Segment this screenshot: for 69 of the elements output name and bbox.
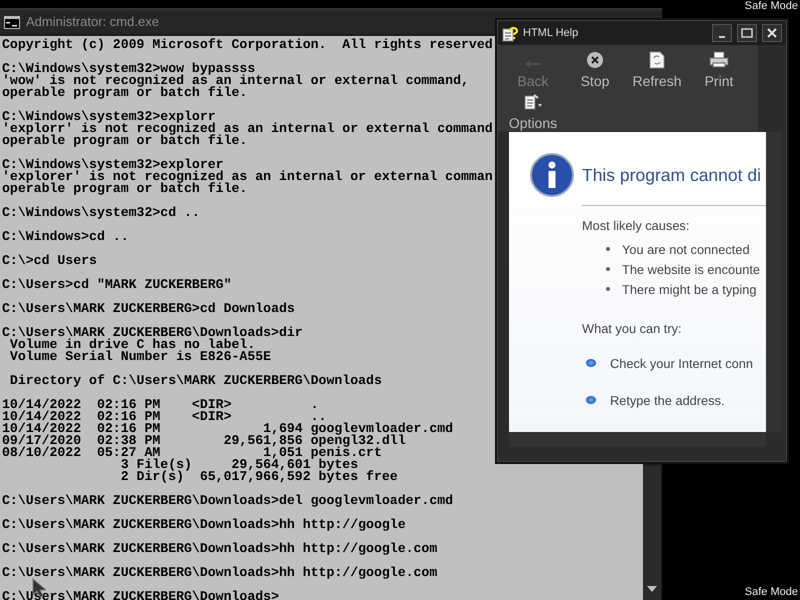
console-line: 'wow' is not recognized as an internal or external command, — [2, 75, 469, 87]
console-line: Copyright (c) 2009 Microsoft Corporation. All rights reserved — [2, 39, 493, 51]
printer-icon — [709, 51, 729, 69]
console-line: C:\Users\MARK ZUCKERBERG\Downloads>hh http://google.com — [2, 543, 438, 555]
scroll-down-icon — [647, 586, 657, 592]
bullet-icon — [586, 359, 596, 368]
console-line: 10/14/2022 02:16 PM <DIR> .. — [2, 411, 326, 423]
console-line: 10/14/2022 02:16 PM <DIR> . — [2, 399, 319, 411]
console-line: C:\Users>cd "MARK ZUCKERBERG" — [2, 279, 232, 291]
page-heading: This program cannot di — [582, 164, 761, 187]
scrollbar[interactable] — [643, 466, 661, 600]
console-line: operable program or batch file. — [2, 135, 248, 147]
console-line: 08/10/2022 05:27 AM 1,051 penis.crt — [2, 447, 382, 459]
stop-icon — [585, 51, 605, 69]
scrollbar[interactable] — [509, 432, 766, 447]
console-line: Directory of C:\Users\MARK ZUCKERBERG\Downloads — [8, 375, 382, 387]
list-item: Check your Internet conn — [610, 354, 753, 373]
console-line: operable program or batch file. — [2, 183, 248, 195]
toolbar-button[interactable]: Print — [688, 47, 750, 89]
safe-mode-label: Safe Mode — [744, 586, 798, 598]
console-line: C:\Windows\system32>explorr — [2, 111, 216, 123]
list-item: You are not connected — [622, 240, 750, 259]
console-line: C:\Users\MARK ZUCKERBERG\Downloads> — [2, 591, 279, 600]
section-heading: Most likely causes: — [582, 217, 690, 235]
section-heading: What you can try: — [582, 320, 683, 338]
maximize-button[interactable] — [737, 24, 757, 42]
console-line: 2 Dir(s) 65,017,966,592 bytes free — [120, 471, 398, 483]
console-line: C:\Users\MARK ZUCKERBERG\Downloads>dir — [2, 327, 303, 339]
help-document-icon — [502, 24, 518, 42]
refresh-icon — [649, 51, 665, 69]
console-line: 3 File(s) 29,564,601 bytes — [120, 459, 358, 471]
console-line: C:\Windows\system32>wow bypassss — [2, 63, 256, 75]
bullet-icon — [586, 396, 596, 404]
console-line: C:\Users\MARK ZUCKERBERG\Downloads>hh http://google — [2, 519, 406, 531]
console-line: 'explorer' is not recognized as an internal or external comman — [2, 171, 493, 183]
window-title: HTML Help — [523, 26, 578, 41]
list-item: There might be a typing — [622, 280, 756, 299]
maximize-icon — [741, 28, 753, 38]
scrollbar[interactable] — [766, 132, 782, 432]
console-line: Volume Serial Number is E826-A55E — [8, 351, 272, 363]
toolbar-button[interactable]: Stop — [564, 47, 626, 89]
toolbar-button[interactable]: Refresh — [626, 47, 688, 89]
options-icon — [523, 93, 543, 111]
close-button[interactable] — [762, 24, 782, 42]
console-line: C:\Users\MARK ZUCKERBERG>cd Downloads — [2, 303, 295, 315]
console-line: C:\Windows>cd .. — [2, 231, 129, 243]
bullet-icon — [606, 247, 610, 252]
list-item: Retype the address. — [610, 392, 725, 410]
console-line: C:\Users\MARK ZUCKERBERG\Downloads>hh http://google.com — [2, 567, 438, 579]
list-item: The website is encounte — [622, 260, 760, 279]
console-line: 10/14/2022 02:16 PM 1,694 googlevmloader.cmd — [2, 423, 454, 435]
console-icon — [4, 16, 20, 28]
console-line: 'explorr' is not recognized as an internal or external command — [2, 123, 493, 135]
toolbar-button[interactable]: Options — [502, 89, 564, 131]
bullet-icon — [606, 287, 610, 292]
console-line: 09/17/2020 02:38 PM 29,561,856 opengl32.dll — [2, 435, 406, 447]
console-line: Volume in drive C has no label. — [8, 339, 256, 351]
console-line: C:\>cd Users — [2, 255, 97, 267]
console-line: C:\Windows\system32>explorer — [2, 159, 224, 171]
window-title: Administrator: cmd.exe — [26, 13, 159, 32]
console-line: operable program or batch file. — [2, 87, 248, 99]
info-icon — [529, 152, 575, 198]
minimize-button[interactable] — [712, 24, 732, 42]
safe-mode-label: Safe Mode — [744, 0, 798, 12]
console-line: C:\Windows\system32>cd .. — [2, 207, 200, 219]
bullet-icon — [606, 267, 610, 272]
minimize-icon — [719, 36, 725, 38]
console-line: C:\Users\MARK ZUCKERBERG\Downloads>del googlevmloader.cmd — [2, 495, 454, 507]
close-icon — [767, 28, 777, 38]
